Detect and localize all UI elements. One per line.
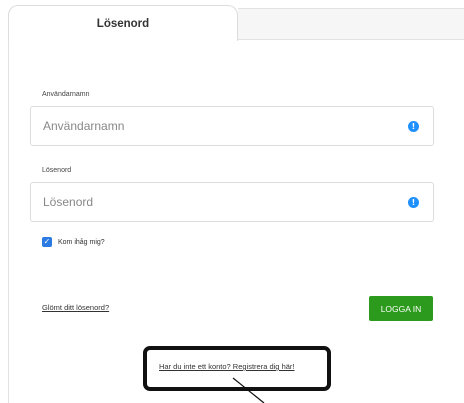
tab-bar: Lösenord — [0, 0, 464, 41]
remember-me-checkbox[interactable]: ✓ — [42, 237, 52, 247]
remember-me-row: ✓ Kom ihåg mig? — [42, 237, 105, 247]
password-field-wrapper: ! — [30, 182, 434, 222]
info-circle-icon: ! — [408, 197, 419, 208]
username-label: Användarnamn — [42, 91, 90, 98]
login-button[interactable]: LOGGA IN — [369, 296, 433, 321]
forgot-password-link[interactable]: Glömt ditt lösenord? — [42, 303, 109, 312]
checkmark-icon: ✓ — [43, 237, 51, 246]
tab-password-label: Lösenord — [96, 17, 150, 30]
register-link[interactable]: Har du inte ett konto? Registrera dig hä… — [159, 362, 295, 371]
remember-me-label[interactable]: Kom ihåg mig? — [58, 239, 105, 246]
info-circle-icon: ! — [408, 121, 419, 132]
username-input[interactable] — [31, 107, 403, 145]
password-input[interactable] — [31, 183, 403, 221]
password-label: Lösenord — [42, 167, 72, 174]
tab-inactive[interactable] — [238, 8, 464, 40]
username-field-wrapper: ! — [30, 106, 434, 146]
tab-password[interactable]: Lösenord — [8, 5, 238, 41]
